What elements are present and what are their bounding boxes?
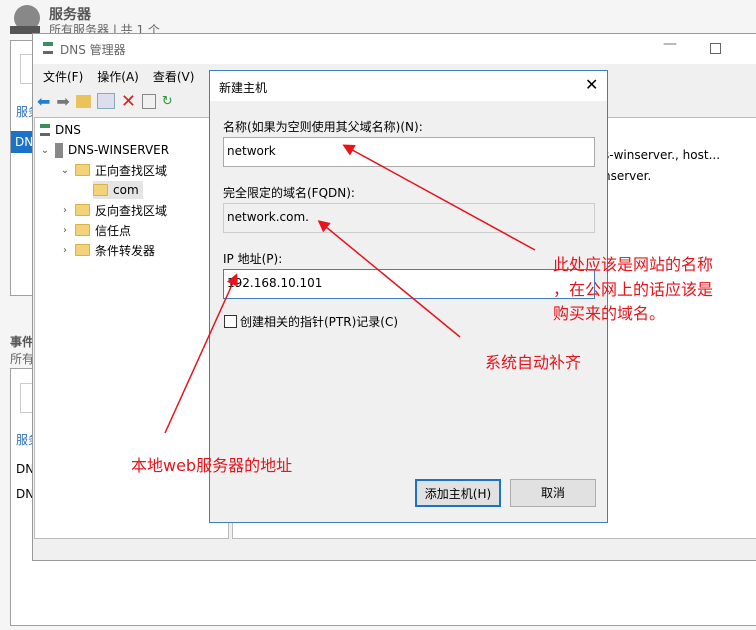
fqdn-arrow (317, 220, 461, 338)
ip-note: 本地web服务器的地址 (131, 456, 293, 475)
name-note-line3: 购买来的域名。 (553, 304, 666, 323)
name-note-line2: ，在公网上的话应该是 (553, 280, 714, 299)
ip-arrow (164, 273, 238, 434)
name-note-line1: 此处应该是网站的名称 (553, 255, 714, 274)
name-arrow (342, 144, 536, 251)
fqdn-note: 系统自动补齐 (485, 353, 582, 372)
